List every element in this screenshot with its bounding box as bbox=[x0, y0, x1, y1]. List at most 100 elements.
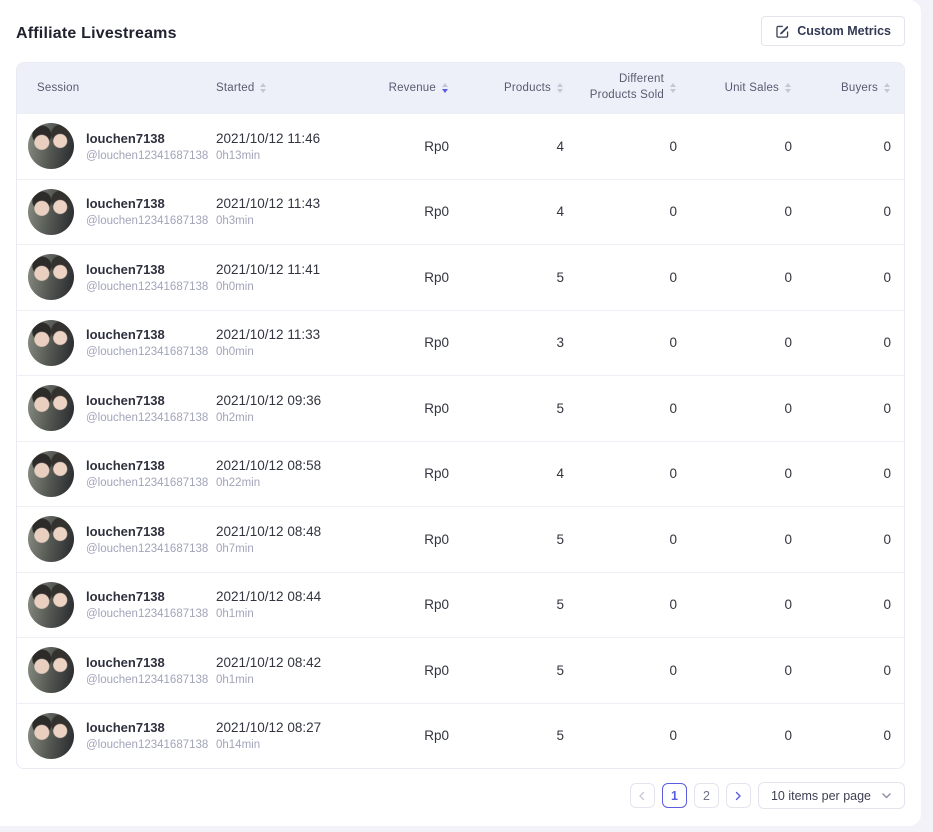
sort-icon[interactable] bbox=[784, 82, 792, 95]
avatar bbox=[28, 516, 74, 562]
sort-icon[interactable] bbox=[259, 82, 267, 95]
page-size-select[interactable]: 10 items per page bbox=[758, 782, 905, 809]
column-label: Unit Sales bbox=[725, 82, 779, 94]
next-page-button[interactable] bbox=[726, 783, 751, 808]
buyers-cell: 0 bbox=[792, 466, 904, 481]
previous-page-button[interactable] bbox=[630, 783, 655, 808]
session-handle: @louchen12341687138 bbox=[86, 281, 208, 293]
column-header-unit-sales[interactable]: Unit Sales bbox=[677, 82, 792, 95]
column-label: Session bbox=[37, 82, 79, 94]
session-cell: louchen7138@louchen12341687138 bbox=[17, 320, 204, 366]
started-datetime: 2021/10/12 08:42 bbox=[216, 655, 361, 670]
sort-icon[interactable] bbox=[669, 82, 677, 95]
session-handle: @louchen12341687138 bbox=[86, 543, 208, 555]
column-label: Different Products Sold bbox=[590, 72, 664, 103]
session-username: louchen7138 bbox=[86, 196, 208, 211]
session-handle: @louchen12341687138 bbox=[86, 477, 208, 489]
session-handle: @louchen12341687138 bbox=[86, 412, 208, 424]
stream-duration: 0h7min bbox=[216, 543, 361, 555]
avatar bbox=[28, 123, 74, 169]
chevron-right-icon bbox=[733, 791, 743, 801]
avatar bbox=[28, 713, 74, 759]
products-cell: 5 bbox=[449, 401, 564, 416]
table-row[interactable]: louchen7138@louchen123416871382021/10/12… bbox=[17, 506, 904, 572]
unit-sales-cell: 0 bbox=[677, 401, 792, 416]
custom-metrics-label: Custom Metrics bbox=[797, 24, 891, 38]
table-row[interactable]: louchen7138@louchen123416871382021/10/12… bbox=[17, 703, 904, 769]
started-cell: 2021/10/12 11:460h13min bbox=[204, 131, 361, 162]
sort-icon[interactable] bbox=[556, 82, 564, 95]
products-cell: 5 bbox=[449, 270, 564, 285]
avatar bbox=[28, 254, 74, 300]
stream-duration: 0h1min bbox=[216, 674, 361, 686]
session-handle: @louchen12341687138 bbox=[86, 215, 208, 227]
column-header-started[interactable]: Started bbox=[204, 82, 361, 95]
stream-duration: 0h1min bbox=[216, 608, 361, 620]
table-row[interactable]: louchen7138@louchen123416871382021/10/12… bbox=[17, 310, 904, 376]
table-row[interactable]: louchen7138@louchen123416871382021/10/12… bbox=[17, 375, 904, 441]
column-header-revenue[interactable]: Revenue bbox=[361, 82, 449, 95]
table-row[interactable]: louchen7138@louchen123416871382021/10/12… bbox=[17, 441, 904, 507]
started-cell: 2021/10/12 08:44 0h1min bbox=[204, 589, 361, 620]
started-datetime: 2021/10/12 08:44 bbox=[216, 589, 361, 604]
session-cell: louchen7138@louchen12341687138 bbox=[17, 516, 204, 562]
column-label: Revenue bbox=[389, 82, 436, 94]
pagination-bar: 1 2 10 items per page bbox=[16, 782, 905, 809]
revenue-cell: Rp0 bbox=[361, 335, 449, 350]
started-cell: 2021/10/12 11:410h0min bbox=[204, 262, 361, 293]
buyers-cell: 0 bbox=[792, 663, 904, 678]
session-username: louchen7138 bbox=[86, 720, 208, 735]
started-cell: 2021/10/12 08:480h7min bbox=[204, 524, 361, 555]
sort-icon[interactable] bbox=[883, 82, 891, 95]
avatar bbox=[28, 582, 74, 628]
page-button-1[interactable]: 1 bbox=[662, 783, 687, 808]
table-row[interactable]: louchen7138 @louchen123416871382021/10/12… bbox=[17, 179, 904, 245]
started-cell: 2021/10/12 11:330h0min bbox=[204, 327, 361, 358]
session-username: louchen7138 bbox=[86, 589, 208, 604]
products-cell: 5 bbox=[449, 532, 564, 547]
different-products-sold-cell: 0 bbox=[564, 728, 677, 743]
sort-icon-descending[interactable] bbox=[441, 82, 449, 95]
buyers-cell: 0 bbox=[792, 270, 904, 285]
session-handle: @louchen12341687138 bbox=[86, 674, 208, 686]
column-header-buyers[interactable]: Buyers bbox=[792, 82, 904, 95]
page-button-2[interactable]: 2 bbox=[694, 783, 719, 808]
table-row[interactable]: louchen7138@louchen123416871382021/10/12… bbox=[17, 113, 904, 179]
started-cell: 2021/10/12 08:42 0h1min bbox=[204, 655, 361, 686]
column-header-different-products-sold[interactable]: Different Products Sold bbox=[564, 72, 677, 103]
session-handle: @louchen12341687138 bbox=[86, 150, 208, 162]
started-cell: 2021/10/12 11:430h3min bbox=[204, 196, 361, 227]
custom-metrics-button[interactable]: Custom Metrics bbox=[761, 16, 905, 46]
avatar bbox=[28, 385, 74, 431]
session-cell: louchen7138@louchen12341687138 bbox=[17, 254, 204, 300]
session-username: louchen7138 bbox=[86, 524, 208, 539]
session-handle: @louchen12341687138 bbox=[86, 608, 208, 620]
chevron-down-icon bbox=[881, 790, 892, 801]
unit-sales-cell: 0 bbox=[677, 335, 792, 350]
different-products-sold-cell: 0 bbox=[564, 663, 677, 678]
products-cell: 3 bbox=[449, 335, 564, 350]
session-username: louchen7138 bbox=[86, 327, 208, 342]
different-products-sold-cell: 0 bbox=[564, 139, 677, 154]
session-username: louchen7138 bbox=[86, 131, 208, 146]
stream-duration: 0h14min bbox=[216, 739, 361, 751]
started-datetime: 2021/10/12 11:46 bbox=[216, 131, 361, 146]
column-label: Started bbox=[216, 82, 254, 94]
unit-sales-cell: 0 bbox=[677, 204, 792, 219]
column-header-products[interactable]: Products bbox=[449, 82, 564, 95]
column-label: Products bbox=[504, 82, 551, 94]
started-datetime: 2021/10/12 11:33 bbox=[216, 327, 361, 342]
revenue-cell: Rp0 bbox=[361, 139, 449, 154]
buyers-cell: 0 bbox=[792, 597, 904, 612]
started-cell: 2021/10/12 08:270h14min bbox=[204, 720, 361, 751]
products-cell: 5 bbox=[449, 597, 564, 612]
table-body: louchen7138@louchen123416871382021/10/12… bbox=[17, 113, 904, 768]
started-cell: 2021/10/12 08:580h22min bbox=[204, 458, 361, 489]
session-cell: louchen7138@louchen12341687138 bbox=[17, 385, 204, 431]
session-username: louchen7138 bbox=[86, 655, 208, 670]
table-row[interactable]: louchen7138@louchen123416871382021/10/12… bbox=[17, 572, 904, 638]
table-row[interactable]: louchen7138@louchen123416871382021/10/12… bbox=[17, 637, 904, 703]
stream-duration: 0h2min bbox=[216, 412, 361, 424]
table-row[interactable]: louchen7138@louchen123416871382021/10/12… bbox=[17, 244, 904, 310]
revenue-cell: Rp0 bbox=[361, 466, 449, 481]
